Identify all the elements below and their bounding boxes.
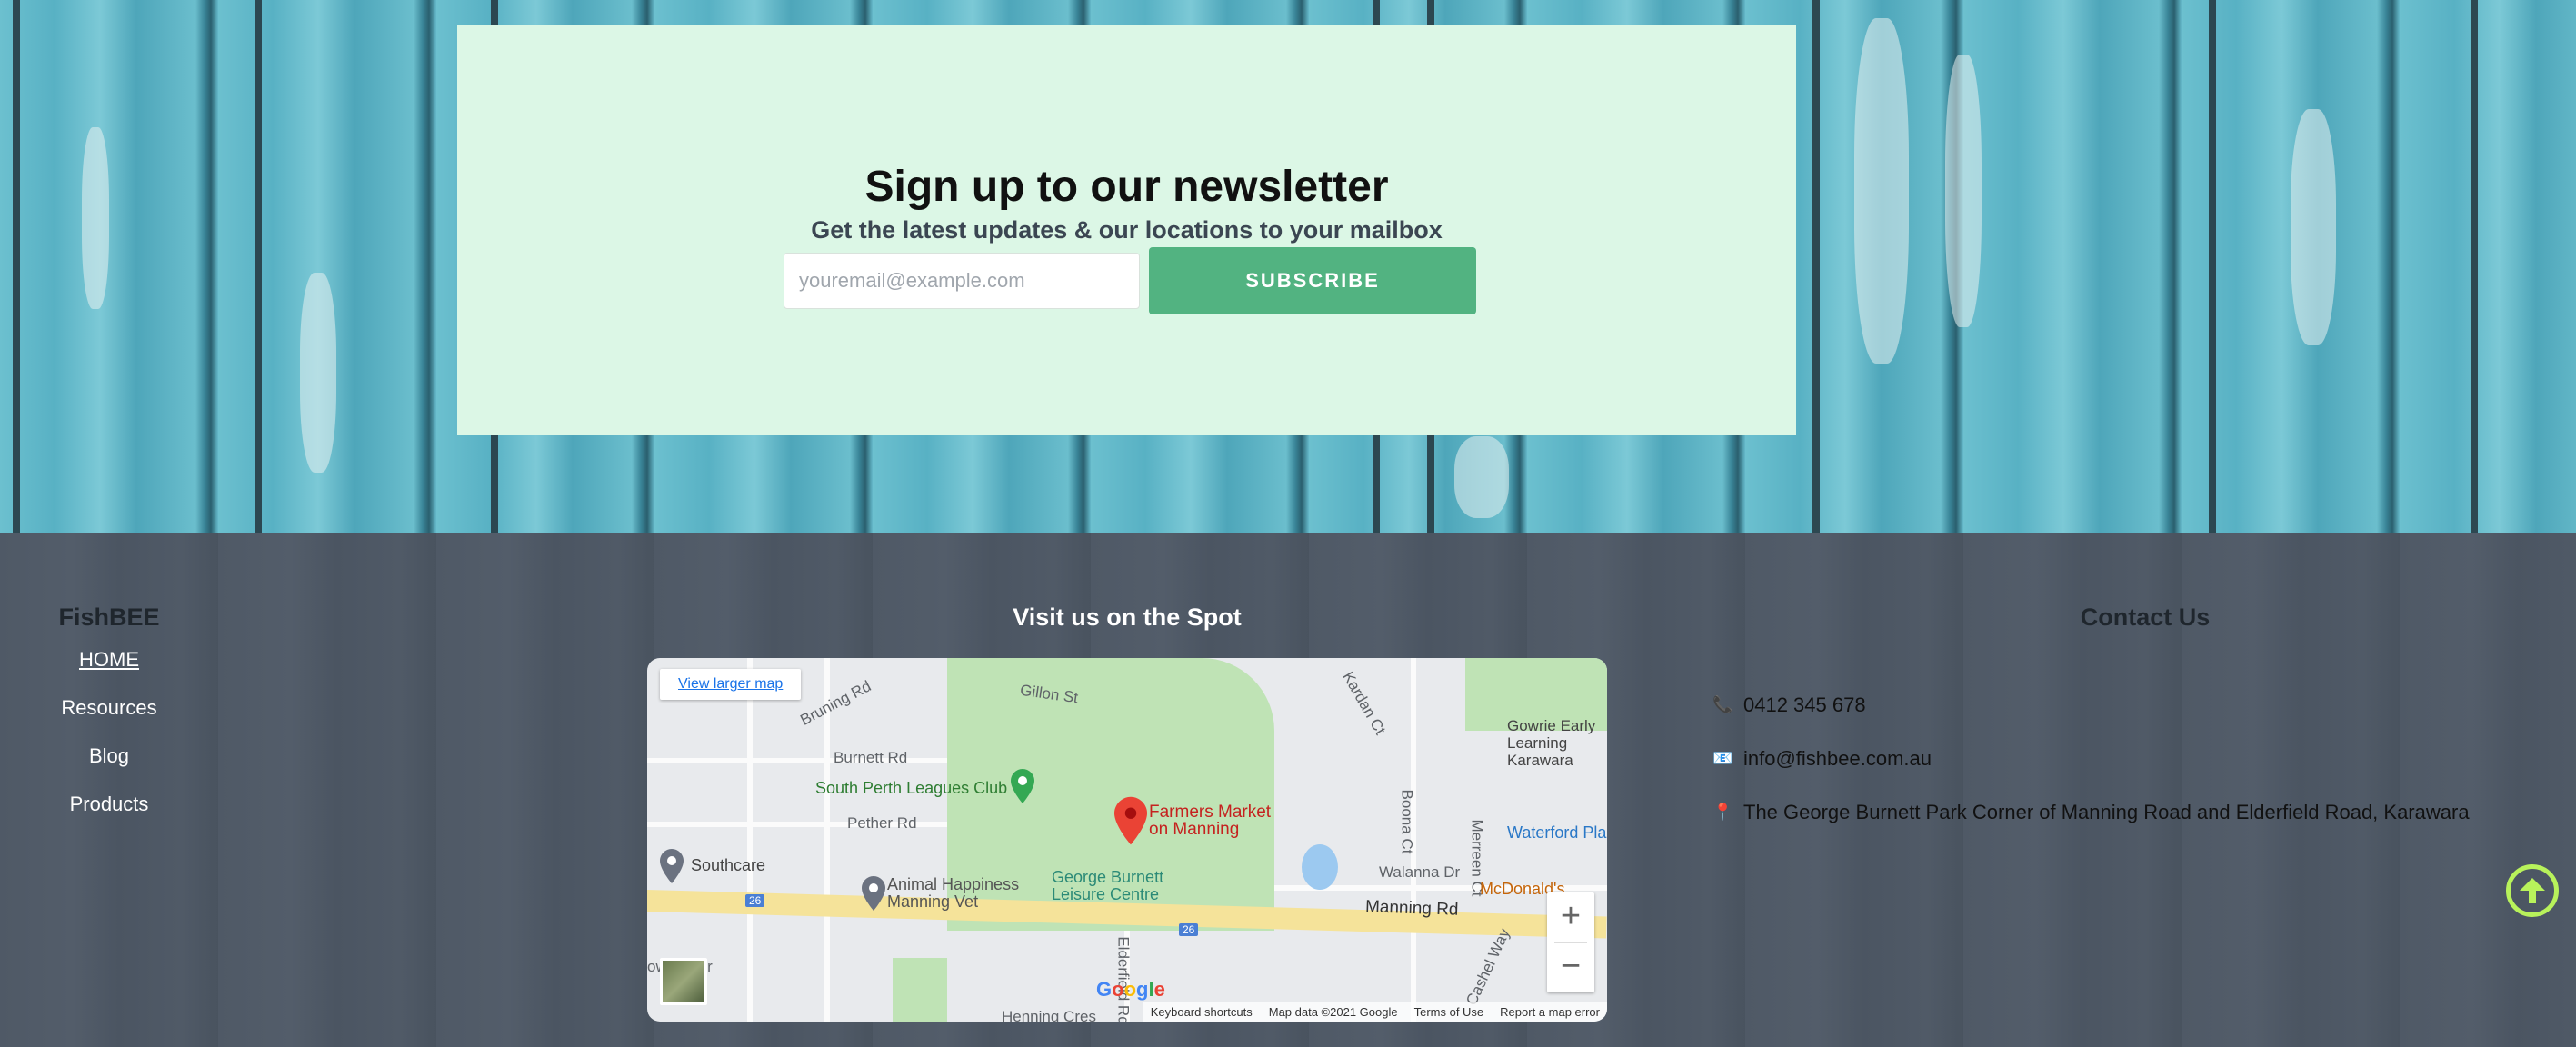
map-label: Burnett Rd [834,749,908,766]
map-label: Learning Karawara [1507,734,1573,769]
phone-icon: 📞 [1712,695,1733,713]
zoom-out-button[interactable]: − [1547,942,1594,992]
newsletter-subtitle: Get the latest updates & our locations t… [811,216,1443,244]
map-place-animal-happiness[interactable]: Animal Happiness Manning Vet [887,876,1019,911]
gray-pin-icon [862,876,885,911]
contact-list: 📞 0412 345 678 📧 info@fishbee.com.au 📍 T… [1712,678,2470,839]
map-label: Bruning Rd [797,677,874,729]
map-pin-icon: 📍 [1712,803,1733,821]
street-address: The George Burnett Park Corner of Mannin… [1743,800,2470,823]
lake [1302,844,1338,890]
map-label: Walanna Dr [1379,863,1461,881]
terms-of-use-link[interactable]: Terms of Use [1414,1005,1484,1019]
map-place-southcare[interactable]: Southcare [691,856,765,875]
map-attribution: Keyboard shortcuts Map data ©2021 Google… [1143,1002,1607,1022]
google-logo: Google [1096,978,1165,1001]
keyboard-shortcuts-link[interactable]: Keyboard shortcuts [1151,1005,1253,1019]
visit-title: Visit us on the Spot [1013,603,1242,631]
embedded-map[interactable]: Bruning Rd Gillon St Kardan Ct Burnett R… [647,658,1607,1022]
newsletter-title: Sign up to our newsletter [864,163,1389,211]
gray-pin-icon [660,849,684,883]
map-label: Manning Vet [887,892,979,911]
map-place-south-perth[interactable]: South Perth Leagues Club [815,779,1007,798]
contact-email[interactable]: 📧 info@fishbee.com.au [1712,732,2470,785]
map-label: Leisure Centre [1052,885,1160,903]
view-larger-map-link[interactable]: View larger map [660,669,802,700]
nav-link-blog[interactable]: Blog [0,738,218,786]
subscribe-button[interactable]: SUBSCRIBE [1149,247,1476,314]
satellite-toggle-button[interactable] [660,958,707,1005]
map-place-waterford[interactable]: Waterford Pla [1507,823,1606,843]
contact-title: Contact Us [2080,603,2211,631]
map-data-text: Map data ©2021 Google [1268,1004,1398,1019]
nav-link-home[interactable]: HOME [0,642,218,690]
phone-number: 0412 345 678 [1743,693,1866,716]
map-label: on Manning [1149,820,1240,839]
map-label: Boona Ct [1398,789,1416,854]
zoom-controls: + − [1547,892,1594,992]
route-shield: 26 [1179,923,1199,936]
map-label: Pether Rd [847,814,917,832]
map-label: Animal Happiness [887,875,1020,893]
map-label: Henning Cres [1002,1008,1096,1022]
map-pin-label: Farmers Market on Manning [1149,803,1271,838]
contact-phone[interactable]: 📞 0412 345 678 [1712,678,2470,732]
nav-link-resources[interactable]: Resources [0,690,218,738]
map-place-gowrie[interactable]: Gowrie Early Learning Karawara [1507,717,1607,769]
arrow-up-icon [2520,878,2545,903]
footer-nav: HOME Resources Blog Products [0,642,218,834]
map-label: Kardan Ct [1339,668,1390,738]
footer-brand: FishBEE [58,603,160,631]
location-pin-icon[interactable] [1114,796,1147,845]
newsletter-section: Sign up to our newsletter Get the latest… [457,25,1796,435]
map-label: Farmers Market [1149,803,1272,822]
map-label: Manning Rd [1364,897,1459,920]
green-pin-icon [1011,769,1034,803]
zoom-in-button[interactable]: + [1547,892,1594,942]
map-label: George Burnett [1052,868,1164,886]
nav-link-products[interactable]: Products [0,786,218,834]
map-place-george-burnett[interactable]: George Burnett Leisure Centre [1052,869,1163,903]
site-footer: FishBEE HOME Resources Blog Products Vis… [0,533,2576,1047]
road [747,658,753,1022]
map-label: Cashel Way [1463,925,1513,1009]
email-address: info@fishbee.com.au [1743,746,1932,770]
back-to-top-button[interactable] [2506,864,2559,917]
envelope-icon: 📧 [1712,749,1733,767]
report-map-error-link[interactable]: Report a map error [1500,1005,1600,1019]
park-area-small [893,958,947,1022]
email-input[interactable] [784,253,1140,309]
contact-address: 📍 The George Burnett Park Corner of Mann… [1712,785,2470,839]
route-shield: 26 [745,894,765,907]
map-label: Gowrie Early [1507,717,1596,734]
